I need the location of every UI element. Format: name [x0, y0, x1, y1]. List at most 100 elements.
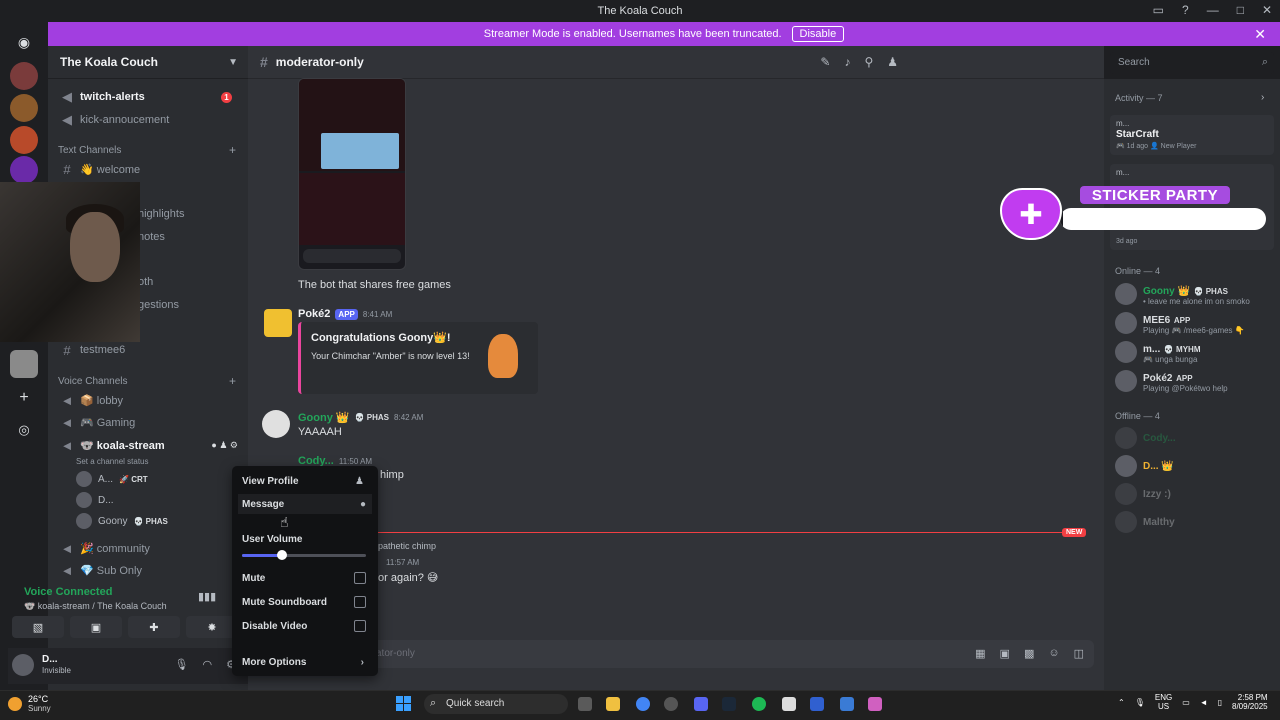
sticker-icon[interactable]: ▩ — [1024, 647, 1034, 660]
channel-suggestions[interactable]: gestions — [134, 295, 242, 315]
channel-testmee6[interactable]: # testmee6 — [56, 340, 242, 360]
category-voice-channels[interactable]: Voice Channels — [58, 376, 128, 387]
disable-video-checkbox[interactable] — [354, 620, 366, 632]
channel-actions-icon[interactable]: ● ♟ ⚙ — [211, 440, 238, 451]
voice-user[interactable]: D... — [76, 491, 114, 509]
soundboard-button[interactable]: ✸ — [186, 616, 238, 638]
chrome-icon[interactable] — [636, 697, 650, 711]
app-icon[interactable] — [840, 697, 854, 711]
app-icon[interactable] — [664, 697, 678, 711]
attached-image[interactable] — [298, 78, 406, 270]
add-channel-icon[interactable]: + — [229, 143, 236, 157]
app-icon[interactable] — [782, 697, 796, 711]
search-input[interactable]: Search ⌕ — [1110, 52, 1274, 74]
server-icon[interactable] — [10, 156, 38, 184]
reply-reference[interactable]: pathetic chimp — [378, 541, 436, 551]
member-item[interactable]: m... 💀 MYHM 🎮 unga bunga — [1115, 338, 1200, 366]
more-options-item[interactable]: More Options › — [242, 652, 368, 672]
voice-channel-lobby[interactable]: ◄ 📦 lobby — [56, 390, 242, 410]
chevron-up-icon[interactable]: ⌃ — [1118, 698, 1125, 707]
member-item[interactable]: Malthy — [1115, 508, 1175, 536]
clock[interactable]: 2:58 PM 8/09/2025 — [1232, 693, 1268, 711]
gif-icon[interactable]: ▣ — [1000, 647, 1010, 660]
battery-icon[interactable]: ▯ — [1218, 698, 1222, 707]
user-name[interactable]: D... — [42, 654, 58, 665]
app-icon[interactable] — [810, 697, 824, 711]
server-header[interactable]: The Koala Couch ▼ — [48, 46, 248, 79]
discord-taskbar-icon[interactable] — [694, 697, 708, 711]
avatar[interactable] — [12, 654, 34, 676]
close-banner-icon[interactable]: ✕ — [1254, 26, 1266, 43]
inbox-icon[interactable]: ▭ — [1153, 3, 1164, 17]
author-name[interactable]: Goony 👑 — [298, 411, 350, 424]
voice-user[interactable]: Goony 💀 PHAS — [76, 512, 168, 530]
disable-streamer-button[interactable]: Disable — [791, 26, 845, 42]
microphone-icon[interactable]: 🎙 — [175, 658, 189, 671]
channel-notes[interactable]: notes — [134, 227, 242, 247]
steam-icon[interactable] — [722, 697, 736, 711]
file-explorer-icon[interactable] — [606, 697, 620, 711]
add-channel-icon[interactable]: + — [229, 374, 236, 388]
voice-status[interactable]: Voice Connected — [24, 586, 112, 598]
activity-button[interactable]: ✚ — [128, 616, 180, 638]
member-item[interactable]: Izzy :) — [1115, 480, 1171, 508]
bell-icon[interactable]: ♪ — [844, 55, 850, 69]
channel-welcome[interactable]: # 👋 welcome — [56, 159, 242, 179]
signal-icon[interactable]: ▮▮▮ — [198, 590, 216, 603]
discord-icon[interactable]: ◉ — [10, 28, 38, 56]
help-icon[interactable]: ? — [1182, 3, 1189, 17]
voice-user[interactable]: A... 🚀 CRT — [76, 470, 148, 488]
chevron-right-icon[interactable]: › — [1261, 92, 1264, 103]
message-item[interactable]: Message ● — [238, 494, 372, 514]
channel-status[interactable]: Set a channel status — [76, 452, 149, 470]
voice-location[interactable]: 🐨 koala-stream / The Koala Couch — [24, 601, 167, 612]
app-icon[interactable] — [868, 697, 882, 711]
avatar[interactable] — [264, 309, 292, 337]
activity-card[interactable]: m... StarCraft 🎮 1d ago 👤 New Player — [1110, 115, 1274, 155]
category-text-channels[interactable]: Text Channels — [58, 145, 121, 156]
taskbar-search[interactable]: ⌕ Quick search — [424, 694, 568, 714]
view-profile-item[interactable]: View Profile ♟ — [242, 471, 368, 491]
discover-icon[interactable]: ◎ — [10, 416, 38, 444]
close-window-icon[interactable]: ✕ — [1262, 3, 1272, 17]
avatar[interactable] — [262, 410, 290, 438]
emoji-icon[interactable]: ☺ — [1048, 647, 1059, 660]
apps-icon[interactable]: ◫ — [1074, 647, 1084, 660]
volume-icon[interactable]: ◄ — [1200, 698, 1208, 707]
author-name[interactable]: Poké2 — [298, 308, 330, 320]
voice-channel-gaming[interactable]: ◄ 🎮 Gaming — [56, 412, 242, 432]
member-item[interactable]: Cody... — [1115, 424, 1176, 452]
server-icon[interactable] — [10, 350, 38, 378]
voice-channel-sub-only[interactable]: ◄ 💎 Sub Only — [56, 560, 242, 580]
network-icon[interactable]: ▭ — [1182, 698, 1190, 707]
member-item[interactable]: MEE6 APP Playing 🎮 /mee6-games 👇 — [1115, 309, 1245, 337]
camera-off-button[interactable]: ▧ — [12, 616, 64, 638]
maximize-icon[interactable]: □ — [1237, 3, 1244, 17]
member-item[interactable]: Poké2 APP Playing @Pokétwo help — [1115, 367, 1228, 395]
headphones-icon[interactable]: ◠ — [203, 658, 213, 671]
disable-video-item[interactable]: Disable Video — [242, 616, 368, 636]
gift-icon[interactable]: ▦ — [975, 647, 985, 660]
add-server-icon[interactable]: + — [10, 384, 38, 412]
server-icon[interactable] — [10, 62, 38, 90]
spotify-icon[interactable] — [752, 697, 766, 711]
pin-icon[interactable]: ⚲ — [864, 55, 873, 69]
channel-twitch-alerts[interactable]: ◀ twitch-alerts 1 — [56, 87, 242, 107]
server-icon[interactable] — [10, 126, 38, 154]
members-icon[interactable]: ♟ — [887, 55, 898, 69]
mute-soundboard-checkbox[interactable] — [354, 596, 366, 608]
mute-checkbox[interactable] — [354, 572, 366, 584]
mute-soundboard-item[interactable]: Mute Soundboard — [242, 592, 368, 612]
server-icon[interactable] — [10, 94, 38, 122]
threads-icon[interactable]: ✎ — [820, 55, 830, 69]
voice-channel-community[interactable]: ◄ 🎉 community — [56, 538, 242, 558]
windows-start-icon[interactable] — [396, 696, 412, 712]
member-item[interactable]: Goony 👑 💀 PHAS • leave me alone im on smo… — [1115, 280, 1250, 308]
channel-booth[interactable]: oth — [134, 272, 242, 292]
member-item[interactable]: D... 👑 — [1115, 452, 1174, 480]
mute-item[interactable]: Mute — [242, 568, 368, 588]
screen-share-button[interactable]: ▣ — [70, 616, 122, 638]
task-view-icon[interactable] — [578, 697, 592, 711]
channel-highlights[interactable]: highlights — [134, 204, 242, 224]
minimize-icon[interactable]: — — [1207, 3, 1219, 17]
